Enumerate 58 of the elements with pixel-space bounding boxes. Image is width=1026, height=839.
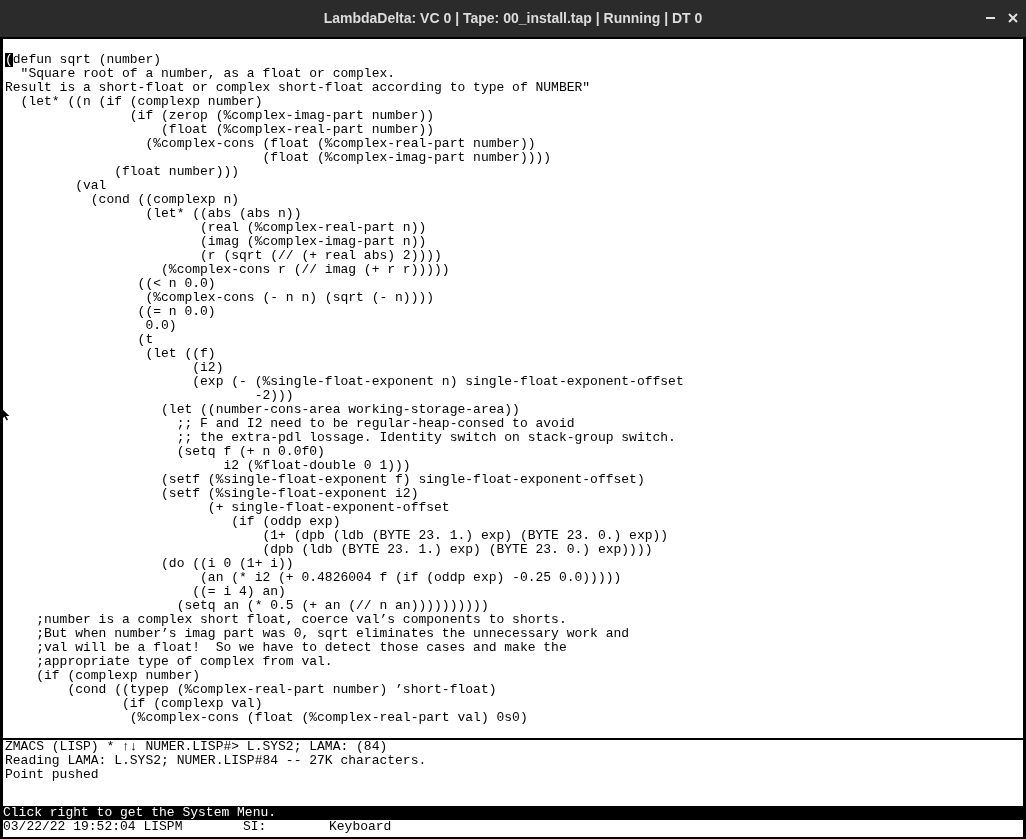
code-line: "Square root of a number, as a float or complex. [19, 67, 396, 81]
code-line: (let ((f) [144, 347, 216, 361]
code-line: (if (oddp exp) [230, 515, 341, 529]
close-icon [1008, 13, 1018, 23]
code-line: (setf (%single-float-exponent i2) [160, 487, 419, 501]
code-line: (%complex-cons r (// imag (+ r r))))) [160, 263, 450, 277]
code-line: (exp (- (%single-float-exponent n) single-float-exponent-offset [191, 375, 684, 389]
code-line: (i2) [191, 361, 224, 375]
package-indicator: SI: [243, 820, 268, 833]
code-line: ;number is a complex short float, coerce val’s components to shorts. [35, 613, 567, 627]
code-line: (if (complexp number) [35, 669, 201, 683]
code-line: (%complex-cons (float (%complex-real-part number)) [144, 137, 536, 151]
code-line: (+ single-float-exponent-offset [206, 501, 450, 515]
code-line: ((= n 0.0) [136, 305, 216, 319]
code-line: (dpb (ldb (BYTE 23. 1.) exp) (BYTE 23. 0.) exp)))) [261, 543, 653, 557]
code-line: (cond ((typep (%complex-real-part number) ’short-float) [66, 683, 497, 697]
echo-message: Point pushed [5, 768, 100, 782]
code-line: (imag (%complex-imag-part n)) [199, 235, 427, 249]
code-line: (1+ (dpb (ldb (BYTE 23. 1.) exp) (BYTE 23. 0.) exp)) [261, 529, 669, 543]
code-line: (float number))) [113, 165, 240, 179]
code-line: (setq an (* 0.5 (+ an (// n an)))))))))) [175, 599, 489, 613]
code-line: (setq f (+ n 0.0f0) [175, 445, 325, 459]
echo-message: Reading LAMA: L.SYS2; NUMER.LISP#84 -- 27K characters. [5, 754, 428, 768]
window-title: LambdaDelta: VC 0 | Tape: 00_install.tap | Running | DT 0 [323, 9, 703, 28]
code-line: (val [74, 179, 107, 193]
minimize-icon [985, 17, 995, 19]
code-line: (%complex-cons (float (%complex-real-part val) 0s0) [128, 711, 528, 725]
code-line: (an (* i2 (+ 0.4826004 f (if (oddp exp) -0.25 0.0))))) [199, 571, 622, 585]
code-line: (float (%complex-real-part number)) [160, 123, 435, 137]
code-line: (%complex-cons (- n n) (sqrt (- n)))) [144, 291, 435, 305]
code-line: ;appropriate type of complex from val. [35, 655, 333, 669]
text-cursor: ( [5, 53, 13, 67]
code-line: ;val will be a float! So we have to detect those cases and make the [35, 641, 567, 655]
run-state: Keyboard [329, 820, 392, 833]
code-line: (r (sqrt (// (+ real abs) 2)))) [199, 249, 442, 263]
code-line: (float (%complex-imag-part number)))) [261, 151, 552, 165]
code-line: (let* ((n (if (complexp number) [19, 95, 263, 109]
code-line: ;; the extra-pdl lossage. Identity switch on stack-group switch. [175, 431, 676, 445]
date-time-host: 03/22/22 19:52:04 LISPM [3, 820, 184, 833]
code-line: Result is a short-float or complex short-float according to type of NUMBER" [5, 81, 591, 95]
code-line: 0.0) [144, 319, 177, 333]
code-line: (let* ((abs (abs n)) [144, 207, 302, 221]
code-line: (if (zerop (%complex-imag-part number)) [128, 109, 435, 123]
code-line: (if (complexp val) [121, 697, 263, 711]
code-line: (cond ((complexp n) [89, 193, 240, 207]
code-line: (setf (%single-float-exponent f) single-float-exponent-offset) [160, 473, 645, 487]
code-line: defun sqrt (number) [12, 53, 162, 67]
code-line: (do ((i 0 (1+ i)) [160, 557, 294, 571]
code-line: (let ((number-cons-area working-storage-area)) [160, 403, 520, 417]
code-line: ;; F and I2 need to be regular-heap-consed to avoid [175, 417, 575, 431]
code-line: i2 (%float-double 0 1))) [222, 459, 411, 473]
code-line: ((< n 0.0) [136, 277, 216, 291]
code-line: (t [136, 333, 154, 347]
code-line: -2))) [253, 389, 294, 403]
code-line: (real (%complex-real-part n)) [199, 221, 427, 235]
code-line: ((= i 4) an) [191, 585, 286, 599]
mode-line: ZMACS (LISP) * ↑↓ NUMER.LISP#> L.SYS2; LAMA: (84) [5, 740, 389, 754]
code-line: ;But when number’s imag part was 0, sqrt eliminates the unnecessary work and [35, 627, 630, 641]
